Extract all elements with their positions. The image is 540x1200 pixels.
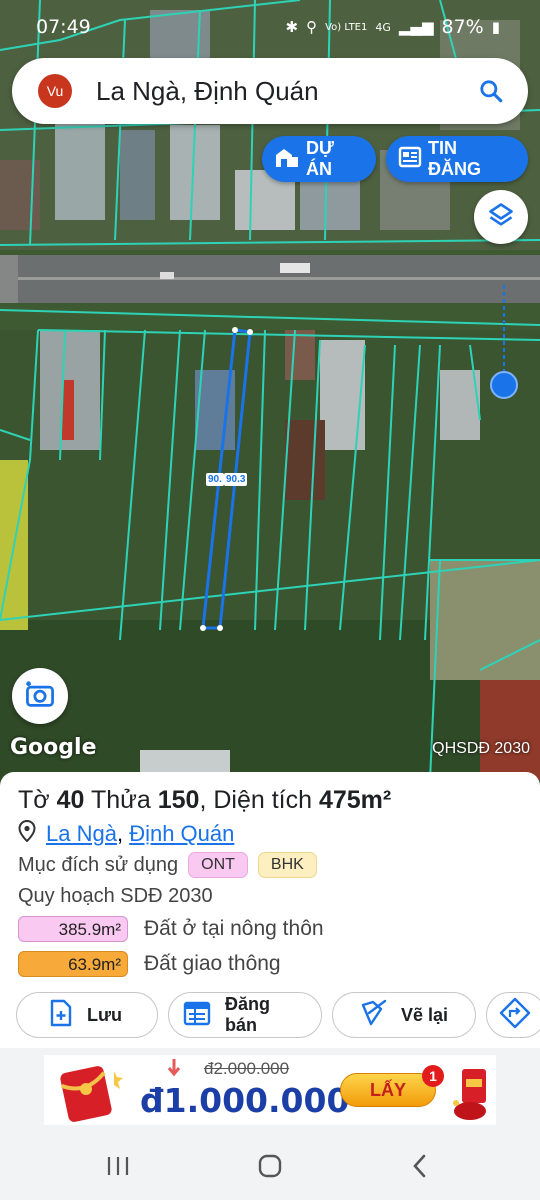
back-icon[interactable]	[400, 1150, 440, 1182]
post-for-sale-button[interactable]: Đăng bán	[168, 992, 322, 1038]
planning-label: Quy hoạch SDĐ 2030	[18, 885, 213, 907]
location-row: La Ngà, Định Quán	[18, 819, 234, 848]
land-use-tag[interactable]: BHK	[257, 852, 317, 878]
post-for-sale-label: Đăng bán	[225, 994, 270, 1035]
signal-label: 4G	[375, 20, 391, 34]
projects-button-label: DỰ ÁN	[306, 138, 334, 179]
my-location-dot	[490, 371, 518, 399]
location-status-icon: ⚲	[306, 18, 318, 36]
directions-button[interactable]	[486, 992, 540, 1038]
projects-button[interactable]: DỰ ÁN	[262, 136, 376, 182]
calendar-icon	[183, 1000, 211, 1031]
location-pin-icon	[18, 819, 36, 848]
district-link[interactable]: Định Quán	[129, 821, 234, 846]
lot-label: Thửa	[90, 786, 151, 814]
planning-description: Đất ở tại nông thôn	[144, 917, 324, 940]
recents-icon[interactable]	[98, 1150, 138, 1182]
redraw-label: Vẽ lại	[401, 1004, 449, 1025]
system-nav-bar	[0, 1132, 540, 1200]
new-price: đ1.000.000	[140, 1081, 350, 1120]
commune-link[interactable]: La Ngà	[46, 821, 117, 846]
google-logo: Google	[10, 735, 97, 760]
land-use-row: Mục đích sử dụng ONT BHK	[18, 852, 317, 878]
search-bar[interactable]: Vu La Ngà, Định Quán	[12, 58, 528, 124]
planning-item: 385.9m² Đất ở tại nông thôn	[18, 916, 324, 942]
area-label: Diện tích	[213, 786, 313, 814]
app-screen: 90. 90.3 07:49 ✱ ⚲ Vo) LTE1 4G ▂▄▆ 87% ▮…	[0, 0, 540, 1200]
status-bar: 07:49 ✱ ⚲ Vo) LTE1 4G ▂▄▆ 87% ▮	[0, 0, 540, 52]
home-icon[interactable]	[250, 1150, 290, 1182]
status-icons: ✱ ⚲ Vo) LTE1 4G ▂▄▆ 87% ▮	[286, 16, 500, 38]
save-button[interactable]: Lưu	[16, 992, 158, 1038]
layers-icon	[487, 201, 515, 234]
newspaper-icon	[398, 146, 422, 173]
planning-item: 63.9m² Đất giao thông	[18, 951, 281, 977]
planning-description: Đất giao thông	[144, 952, 281, 975]
camera-icon	[24, 679, 56, 714]
old-price: đ2.000.000	[204, 1059, 290, 1078]
parcel-title: Tờ 40 Thửa 150, Diện tích 475m²	[18, 786, 391, 815]
sheet-number: 40	[56, 786, 85, 814]
camera-button[interactable]	[12, 668, 68, 724]
lot-number: 150	[157, 786, 200, 814]
search-icon[interactable]	[466, 66, 516, 116]
save-button-label: Lưu	[87, 1004, 123, 1025]
promo-banner[interactable]: đ2.000.000 đ1.000.000 LẤY 1	[44, 1055, 496, 1125]
action-bar: Lưu Đăng bán Vẽ lại	[16, 992, 540, 1038]
avatar[interactable]: Vu	[38, 74, 72, 108]
listings-button[interactable]: TIN ĐĂNG	[386, 136, 528, 182]
sheet-label: Tờ	[18, 786, 50, 814]
red-envelope-icon	[60, 1066, 123, 1122]
parcel-info-sheet: Tờ 40 Thửa 150, Diện tích 475m² La Ngà, …	[0, 772, 540, 1048]
location-separator: ,	[116, 821, 124, 846]
down-arrow-icon	[167, 1059, 181, 1077]
land-use-tag[interactable]: ONT	[188, 852, 248, 878]
planning-area: 385.9m²	[18, 916, 128, 942]
directions-icon	[499, 997, 531, 1034]
land-use-label: Mục đích sử dụng	[18, 853, 179, 876]
planning-area: 63.9m²	[18, 951, 128, 977]
listings-button-label: TIN ĐĂNG	[428, 138, 481, 179]
redraw-button[interactable]: Vẽ lại	[332, 992, 476, 1038]
battery-percent: 87%	[441, 16, 484, 38]
signal-icon: ▂▄▆	[398, 18, 434, 36]
add-file-icon	[49, 999, 73, 1032]
notification-badge: 1	[422, 1065, 444, 1087]
bluetooth-icon: ✱	[285, 18, 299, 36]
layers-button[interactable]	[474, 190, 528, 244]
edge-length-label: 90.	[206, 473, 224, 486]
title-comma: ,	[199, 786, 207, 814]
clock: 07:49	[36, 16, 91, 38]
building-icon	[274, 145, 300, 174]
edge-length-label: 90.3	[224, 473, 248, 486]
search-input[interactable]: La Ngà, Định Quán	[96, 76, 466, 107]
gift-envelope-icon	[453, 1069, 486, 1120]
satellite-map[interactable]: 90. 90.3 07:49 ✱ ⚲ Vo) LTE1 4G ▂▄▆ 87% ▮…	[0, 0, 540, 790]
network-label: Vo) LTE1	[325, 21, 368, 33]
area-value: 475m²	[318, 786, 392, 814]
map-source-label: QHSDĐ 2030	[432, 740, 530, 757]
draw-icon	[359, 999, 387, 1032]
battery-icon: ▮	[491, 18, 500, 36]
